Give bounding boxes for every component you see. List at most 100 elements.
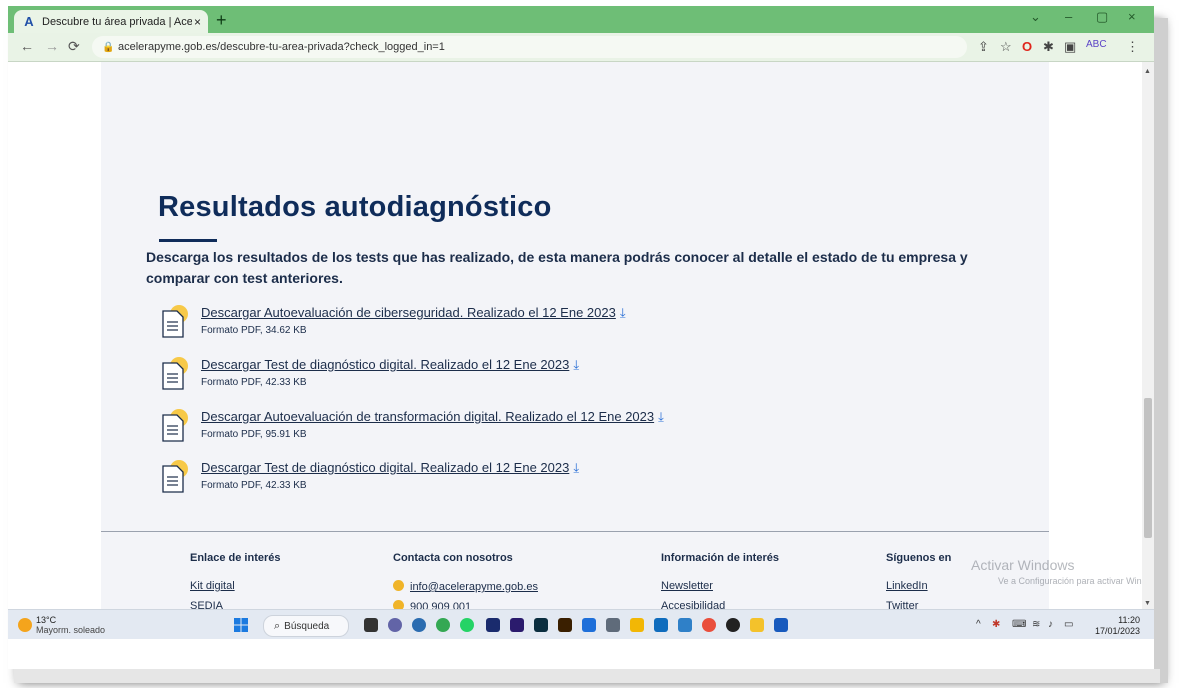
lightroom-icon[interactable] xyxy=(534,618,548,632)
footer-title: Enlace de interés xyxy=(190,552,281,564)
weather-sun-icon[interactable] xyxy=(18,618,32,632)
network-app-icon[interactable] xyxy=(606,618,620,632)
battery-icon[interactable]: ▭ xyxy=(1064,619,1073,630)
dropbox-icon[interactable] xyxy=(582,618,596,632)
download-item: Descargar Test de diagnóstico digital. R… xyxy=(159,460,859,500)
footer-link-linkedin[interactable]: LinkedIn xyxy=(886,580,928,592)
intro-text: Descarga los resultados de los tests que… xyxy=(146,249,968,286)
save-app-icon[interactable] xyxy=(678,618,692,632)
clock-time: 11:20 xyxy=(1118,615,1140,625)
pdf-document-icon xyxy=(162,305,188,338)
share-icon[interactable]: ⇪ xyxy=(978,39,989,55)
file-meta: Formato PDF, 42.33 KB xyxy=(201,480,307,491)
download-link[interactable]: Descargar Test de diagnóstico digital. R… xyxy=(201,460,579,476)
download-item: Descargar Autoevaluación de transformaci… xyxy=(159,409,859,449)
menu-dots-icon[interactable]: ⋮ xyxy=(1126,39,1139,55)
file-explorer-icon[interactable] xyxy=(750,618,764,632)
wifi-icon[interactable]: ≋ xyxy=(1032,619,1040,630)
taskbar-clock[interactable]: 11:20 17/01/2023 xyxy=(1092,615,1140,637)
files-app-icon[interactable] xyxy=(630,618,644,632)
outlook-icon[interactable] xyxy=(654,618,668,632)
url-text: acelerapyme.gob.es/descubre-tu-area-priv… xyxy=(118,41,445,53)
web-page: Resultados autodiagnóstico Descarga los … xyxy=(8,62,1142,609)
footer-title: Información de interés xyxy=(661,552,779,564)
forward-arrow-icon[interactable]: → xyxy=(45,38,59,54)
github-icon[interactable] xyxy=(726,618,740,632)
new-tab-button[interactable]: + xyxy=(216,10,227,31)
reload-icon[interactable]: ⟳ xyxy=(68,38,80,55)
page-title: Resultados autodiagnóstico xyxy=(158,191,552,223)
weather-description[interactable]: Mayorm. soleado xyxy=(36,625,105,635)
footer-link-kit-digital[interactable]: Kit digital xyxy=(190,580,235,592)
file-meta: Formato PDF, 95.91 KB xyxy=(201,429,307,440)
footer-title: Síguenos en xyxy=(886,552,952,564)
footer-link-accesibilidad[interactable]: Accesibilidad xyxy=(661,600,725,609)
tab-title: Descubre tu área privada | Acele xyxy=(42,15,192,28)
footer-col-links: Enlace de interés Kit digital SEDIA xyxy=(190,552,281,609)
tray-app-icon[interactable]: ✱ xyxy=(992,619,1000,630)
tray-chevron-icon[interactable]: ^ xyxy=(976,619,981,630)
email-icon xyxy=(393,580,404,591)
activation-watermark-text: Ve a Configuración para activar Windows. xyxy=(998,576,1142,586)
footer-phone[interactable]: 900 909 001 xyxy=(393,600,471,609)
pdf-document-icon xyxy=(162,357,188,390)
footer-link-newsletter[interactable]: Newsletter xyxy=(661,580,713,592)
people-app-icon[interactable] xyxy=(412,618,426,632)
footer-col-info: Información de interés Newsletter Accesi… xyxy=(661,552,779,609)
illustrator-icon[interactable] xyxy=(558,618,572,632)
whatsapp-icon[interactable] xyxy=(460,618,474,632)
windows-start-icon[interactable] xyxy=(234,618,248,632)
phone-icon xyxy=(393,600,404,609)
download-arrow-icon: ⤓ xyxy=(573,357,580,372)
download-arrow-icon: ⤓ xyxy=(619,305,626,320)
search-label: Búsqueda xyxy=(284,620,330,632)
scroll-down-icon[interactable]: ▼ xyxy=(1144,600,1151,607)
download-item: Descargar Test de diagnóstico digital. R… xyxy=(159,357,859,397)
close-window-button[interactable]: × xyxy=(1128,9,1136,24)
pdf-document-icon xyxy=(162,460,188,493)
app-red-icon[interactable] xyxy=(702,618,716,632)
chrome-icon[interactable] xyxy=(436,618,450,632)
after-effects-icon[interactable] xyxy=(510,618,524,632)
weather-temperature[interactable]: 13°C xyxy=(36,615,56,625)
download-link[interactable]: Descargar Test de diagnóstico digital. R… xyxy=(201,357,579,373)
file-meta: Formato PDF, 42.33 KB xyxy=(201,377,307,388)
clock-date: 17/01/2023 xyxy=(1094,626,1140,636)
download-link[interactable]: Descargar Autoevaluación de cibersegurid… xyxy=(201,305,626,321)
profile-extension-icon[interactable]: ABC xyxy=(1086,39,1107,50)
minimize-button[interactable]: – xyxy=(1065,9,1072,24)
acelera-logo-icon: A xyxy=(24,13,34,29)
footer-link-twitter[interactable]: Twitter xyxy=(886,600,918,609)
download-item: Descargar Autoevaluación de cibersegurid… xyxy=(159,305,859,345)
restore-button[interactable]: ▢ xyxy=(1096,9,1108,25)
task-view-icon[interactable] xyxy=(364,618,378,632)
chat-icon[interactable] xyxy=(388,618,402,632)
keyboard-icon[interactable]: ⌨ xyxy=(1012,619,1026,630)
browser-window: A Descubre tu área privada | Acele × + ⌄… xyxy=(8,6,1154,669)
search-icon: ⌕ xyxy=(274,619,281,632)
main-content: Resultados autodiagnóstico Descarga los … xyxy=(101,62,1142,609)
scroll-up-icon[interactable]: ▲ xyxy=(1144,68,1151,75)
browser-toolbar: ← → ⟳ 🔒 acelerapyme.gob.es/descubre-tu-a… xyxy=(8,33,1154,62)
footer-link-sedia[interactable]: SEDIA xyxy=(190,600,223,609)
back-arrow-icon[interactable]: ← xyxy=(20,38,34,54)
tab-close-icon[interactable]: × xyxy=(194,15,201,29)
side-panel-icon[interactable]: ▣ xyxy=(1064,39,1076,55)
scroll-thumb[interactable] xyxy=(1144,398,1152,538)
window-shadow-right xyxy=(1154,18,1168,683)
page-scrollbar[interactable]: ▲ ▼ xyxy=(1142,62,1154,609)
taskbar-search[interactable]: ⌕ Búsqueda xyxy=(263,615,349,637)
footer-email-link[interactable]: info@acelerapyme.gob.es xyxy=(393,580,538,593)
bookmark-star-icon[interactable]: ☆ xyxy=(1000,39,1012,55)
extensions-puzzle-icon[interactable]: ✱ xyxy=(1043,39,1054,55)
address-bar[interactable]: 🔒 acelerapyme.gob.es/descubre-tu-area-pr… xyxy=(92,36,967,58)
browser-tab[interactable]: A Descubre tu área privada | Acele × xyxy=(14,10,208,33)
volume-icon[interactable]: ♪ xyxy=(1048,619,1053,630)
opera-extension-icon[interactable]: O xyxy=(1022,39,1032,54)
word-icon[interactable] xyxy=(774,618,788,632)
app-v-icon[interactable] xyxy=(486,618,500,632)
activation-watermark-title: Activar Windows xyxy=(971,557,1075,573)
tab-search-icon[interactable]: ⌄ xyxy=(1030,9,1041,25)
download-link[interactable]: Descargar Autoevaluación de transformaci… xyxy=(201,409,664,425)
title-underline xyxy=(159,239,217,242)
